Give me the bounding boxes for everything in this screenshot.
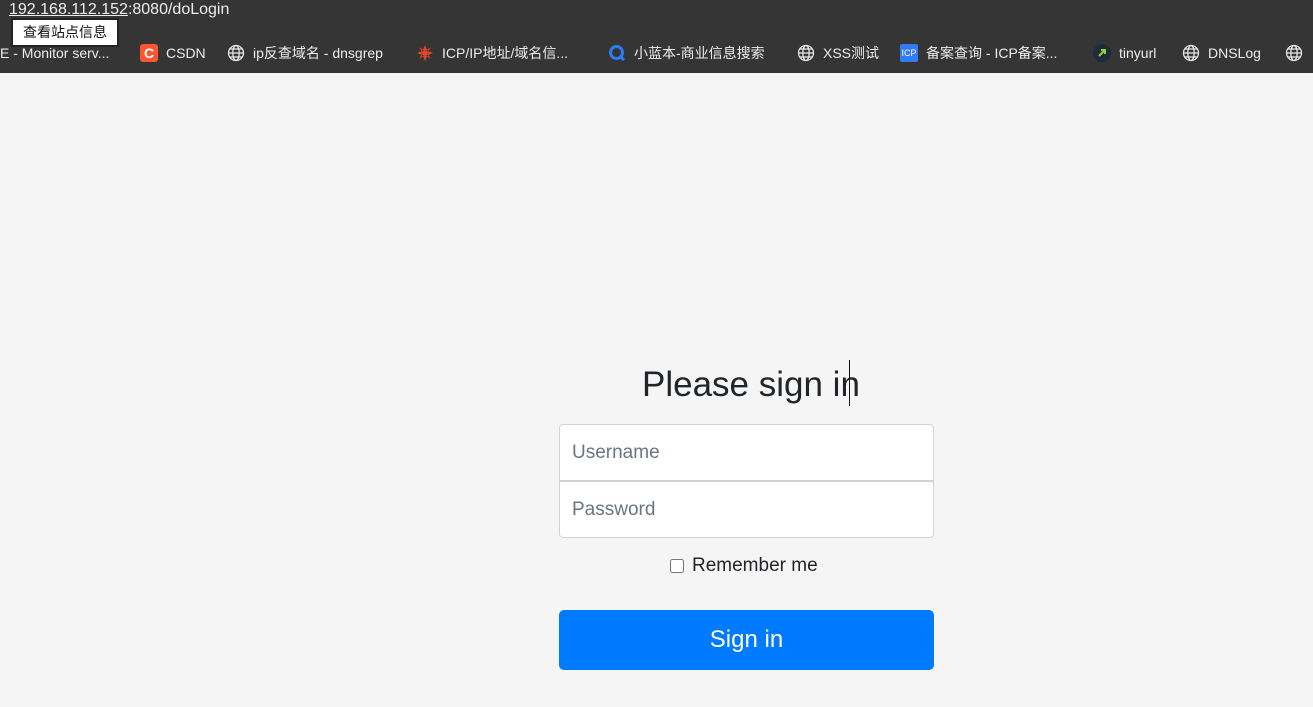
bookmark-label: CSDN: [166, 45, 206, 61]
sign-in-button[interactable]: Sign in: [559, 610, 934, 670]
globe-icon: [227, 44, 245, 62]
site-info-tooltip: 查看站点信息: [11, 18, 119, 47]
bookmark-tinyurl[interactable]: tinyurl: [1093, 38, 1156, 68]
browser-chrome: 192.168.112.152:8080/doLogin 查看站点信息 E - …: [0, 0, 1313, 73]
spinner-logo-icon: [416, 44, 434, 62]
bookmark-xss[interactable]: XSS测试: [797, 38, 879, 68]
bookmark-label: DNSLog: [1208, 45, 1261, 61]
page-title: Please sign in: [642, 365, 860, 404]
bookmark-icp-ip[interactable]: ICP/IP地址/域名信...: [416, 38, 568, 68]
globe-icon: [797, 44, 815, 62]
bookmark-icp-beian[interactable]: ICP 备案查询 - ICP备案...: [900, 38, 1057, 68]
globe-icon: [1182, 44, 1200, 62]
bookmark-label: ip反查域名 - dnsgrep: [253, 45, 383, 61]
csdn-logo-icon: C: [140, 44, 158, 62]
bookmark-label: E - Monitor serv...: [0, 45, 110, 61]
bookmark-dnslog[interactable]: DNSLog: [1182, 38, 1261, 68]
bookmark-label: 备案查询 - ICP备案...: [926, 45, 1058, 61]
remember-me-checkbox[interactable]: [670, 559, 684, 573]
bookmark-label: 小蓝本-商业信息搜索: [634, 45, 765, 61]
url-host: 192.168.112.152: [9, 1, 128, 18]
username-input[interactable]: [559, 424, 934, 481]
globe-icon: [1285, 44, 1303, 62]
bookmark-label: tinyurl: [1119, 45, 1157, 61]
bookmark-dnsgrep[interactable]: ip反查域名 - dnsgrep: [227, 38, 383, 68]
bookmark-overflow[interactable]: [1285, 38, 1311, 68]
bookmark-label: ICP/IP地址/域名信...: [442, 45, 569, 61]
q-logo-icon: [608, 44, 626, 62]
remember-me-label: Remember me: [692, 555, 818, 576]
remember-me[interactable]: Remember me: [670, 554, 818, 578]
tinyurl-logo-icon: [1093, 44, 1111, 62]
bookmarks-bar: E - Monitor serv... C CSDN ip反查域名 - dnsg…: [0, 38, 1313, 68]
text-cursor: [849, 360, 850, 406]
url-path: :8080/doLogin: [127, 1, 230, 18]
bookmark-xiaolanben[interactable]: 小蓝本-商业信息搜索: [608, 38, 765, 68]
bookmark-csdn[interactable]: C CSDN: [140, 38, 206, 68]
password-input[interactable]: [559, 481, 934, 538]
icp-logo-icon: ICP: [900, 44, 918, 62]
bookmark-label: XSS测试: [823, 45, 880, 61]
address-bar[interactable]: 192.168.112.152:8080/doLogin: [9, 1, 229, 19]
